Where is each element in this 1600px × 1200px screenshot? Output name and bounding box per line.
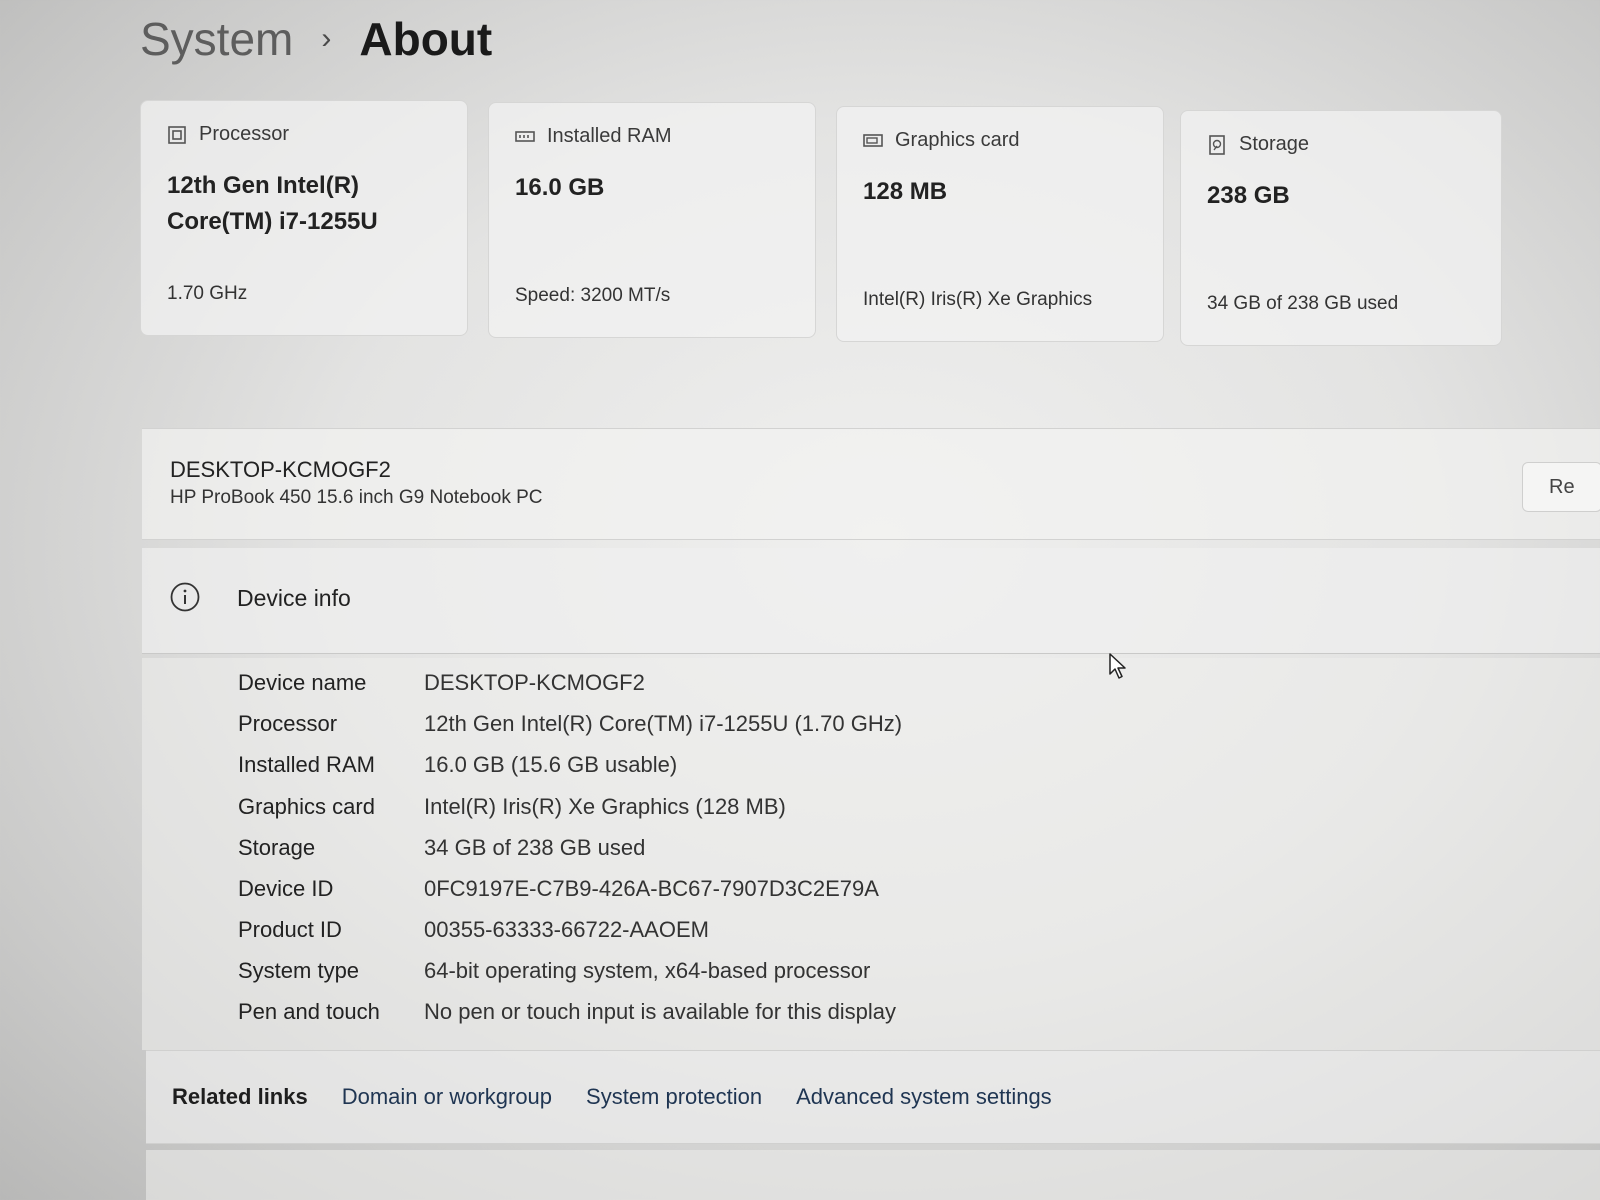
- spec-row-device-id: Device ID 0FC9197E-C7B9-426A-BC67-7907D3…: [238, 876, 879, 902]
- processor-icon: [168, 125, 186, 144]
- spec-value: 00355-63333-66722-AAOEM: [424, 917, 709, 942]
- spec-value: 16.0 GB (15.6 GB usable): [424, 752, 678, 777]
- spec-row-graphics-card: Graphics card Intel(R) Iris(R) Xe Graphi…: [238, 794, 786, 820]
- next-section: [146, 1150, 1600, 1200]
- processor-card-label: Processor: [199, 123, 290, 145]
- spec-row-pen-and-touch: Pen and touch No pen or touch input is a…: [238, 999, 896, 1025]
- graphics-card-card: Graphics card 128 MB Intel(R) Iris(R) Xe…: [836, 106, 1164, 342]
- device-model: HP ProBook 450 15.6 inch G9 Notebook PC: [170, 487, 543, 508]
- graphics-card-label: Graphics card: [895, 129, 1020, 151]
- spec-key: Device name: [238, 670, 367, 695]
- spec-value: 34 GB of 238 GB used: [424, 835, 646, 860]
- storage-icon: [1209, 134, 1225, 155]
- spec-row-installed-ram: Installed RAM 16.0 GB (15.6 GB usable): [238, 752, 677, 778]
- domain-or-workgroup-link[interactable]: Domain or workgroup: [342, 1084, 552, 1110]
- spec-row-system-type: System type 64-bit operating system, x64…: [238, 958, 870, 984]
- rename-pc-button[interactable]: Re: [1522, 462, 1600, 512]
- info-icon: [170, 582, 200, 612]
- system-protection-link[interactable]: System protection: [586, 1084, 762, 1110]
- graphics-card-icon: [863, 133, 883, 147]
- storage-card-value: 238 GB: [1207, 182, 1290, 209]
- chevron-right-icon: ›: [321, 22, 332, 55]
- storage-card-label: Storage: [1239, 133, 1310, 155]
- storage-card-sub: 34 GB of 238 GB used: [1207, 293, 1399, 314]
- device-info-list: Device name DESKTOP-KCMOGF2 Processor 12…: [142, 658, 1600, 1050]
- processor-card: Processor 12th Gen Intel(R) Core(TM) i7-…: [140, 100, 468, 336]
- advanced-system-settings-link[interactable]: Advanced system settings: [796, 1084, 1052, 1110]
- related-links-label: Related links: [172, 1084, 308, 1109]
- breadcrumb: System › About: [140, 12, 492, 66]
- ram-icon: [515, 130, 535, 142]
- graphics-card-sub: Intel(R) Iris(R) Xe Graphics: [863, 289, 1093, 310]
- spec-key: System type: [238, 958, 360, 983]
- spec-value: 0FC9197E-C7B9-426A-BC67-7907D3C2E79A: [424, 876, 879, 901]
- spec-value: 64-bit operating system, x64-based proce…: [424, 958, 871, 983]
- spec-row-product-id: Product ID 00355-63333-66722-AAOEM: [238, 917, 709, 943]
- device-info-header[interactable]: Device info: [142, 548, 1600, 654]
- breadcrumb-system[interactable]: System: [140, 12, 293, 66]
- ram-card-sub: Speed: 3200 MT/s: [515, 285, 671, 306]
- processor-card-value-line2: Core(TM) i7-1255U: [167, 208, 378, 235]
- spec-row-storage: Storage 34 GB of 238 GB used: [238, 835, 645, 861]
- graphics-card-value: 128 MB: [863, 178, 948, 205]
- spec-value: Intel(R) Iris(R) Xe Graphics (128 MB): [424, 794, 786, 819]
- device-name-heading: DESKTOP-KCMOGF2: [170, 457, 391, 482]
- device-info-title: Device info: [237, 585, 351, 611]
- spec-key: Installed RAM: [238, 752, 375, 777]
- spec-key: Product ID: [238, 917, 342, 942]
- spec-row-device-name: Device name DESKTOP-KCMOGF2: [238, 670, 645, 696]
- page-title: About: [359, 13, 493, 65]
- spec-key: Storage: [238, 835, 316, 860]
- spec-value: No pen or touch input is available for t…: [424, 999, 897, 1024]
- ram-card-label: Installed RAM: [547, 125, 672, 147]
- mouse-pointer-icon: [1109, 653, 1126, 679]
- spec-row-processor: Processor 12th Gen Intel(R) Core(TM) i7-…: [238, 711, 902, 737]
- related-links-bar: Related links Domain or workgroup System…: [146, 1050, 1600, 1144]
- spec-key: Graphics card: [238, 794, 375, 819]
- storage-card: Storage 238 GB 34 GB of 238 GB used: [1180, 110, 1502, 346]
- spec-value: DESKTOP-KCMOGF2: [424, 670, 645, 695]
- processor-card-sub: 1.70 GHz: [167, 283, 248, 304]
- ram-card-value: 16.0 GB: [515, 174, 605, 201]
- spec-key: Processor: [238, 711, 338, 736]
- device-summary: DESKTOP-KCMOGF2 HP ProBook 450 15.6 inch…: [142, 428, 1600, 540]
- ram-card: Installed RAM 16.0 GB Speed: 3200 MT/s: [488, 102, 816, 338]
- spec-key: Pen and touch: [238, 999, 380, 1024]
- processor-card-value-line1: 12th Gen Intel(R): [167, 172, 360, 199]
- spec-key: Device ID: [238, 876, 334, 901]
- spec-value: 12th Gen Intel(R) Core(TM) i7-1255U (1.7…: [424, 711, 903, 736]
